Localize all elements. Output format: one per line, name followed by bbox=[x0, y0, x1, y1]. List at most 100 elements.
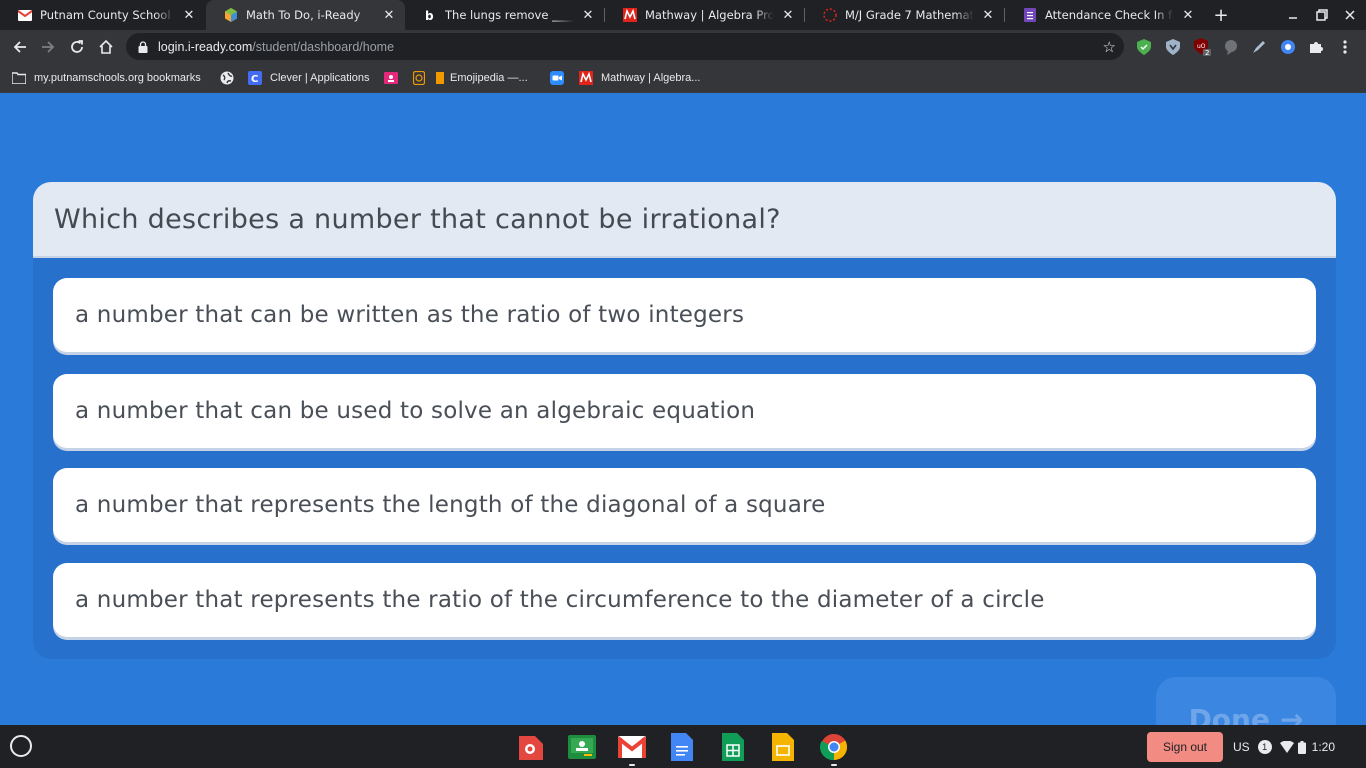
folder-icon bbox=[12, 71, 26, 85]
sign-out-label: Sign out bbox=[1162, 740, 1208, 754]
arrow-right-icon: → bbox=[1279, 703, 1304, 725]
tab-brainly[interactable]: b The lungs remove ____ from th ✕ bbox=[405, 0, 604, 30]
tab-iready[interactable]: Math To Do, i-Ready ✕ bbox=[206, 0, 405, 30]
os-shelf: Sign out US 1 1:20 bbox=[0, 725, 1366, 768]
url-path: /student/dashboard/home bbox=[252, 39, 395, 54]
iready-icon bbox=[224, 8, 238, 22]
bookmark-putnam-folder[interactable]: my.putnamschools.org bookmarks bbox=[12, 68, 201, 88]
bookmark-globe[interactable] bbox=[220, 68, 242, 88]
gmail-app-icon[interactable] bbox=[618, 733, 646, 761]
gear-extension-icon[interactable] bbox=[1279, 38, 1297, 56]
new-tab-button[interactable]: + bbox=[1210, 4, 1232, 26]
tab-title: Attendance Check In for Digit bbox=[1045, 8, 1174, 22]
bookmark-star-icon[interactable]: ☆ bbox=[1103, 38, 1116, 56]
globe-icon bbox=[220, 71, 234, 85]
chrome-app-icon[interactable] bbox=[820, 733, 848, 761]
tab-title: Mathway | Algebra Problem S bbox=[645, 8, 774, 22]
shield-extension-icon[interactable] bbox=[1135, 38, 1153, 56]
close-tab-icon[interactable]: ✕ bbox=[780, 7, 796, 23]
bookmark-zoom[interactable] bbox=[550, 68, 572, 88]
bookmarks-bar: my.putnamschools.org bookmarks C Clever … bbox=[0, 63, 1366, 93]
launcher-button[interactable] bbox=[10, 735, 32, 757]
close-tab-icon[interactable]: ✕ bbox=[181, 7, 197, 23]
bookmark-emojipedia[interactable]: Emojipedia —... bbox=[436, 68, 528, 88]
bookmark-icon bbox=[412, 71, 426, 85]
mathway-icon bbox=[579, 71, 593, 85]
battery-icon bbox=[1297, 740, 1306, 754]
answer-option-2[interactable]: a number that can be used to solve an al… bbox=[53, 374, 1316, 448]
tab-putnam[interactable]: Putnam County School Distr ✕ bbox=[0, 0, 205, 30]
puzzle-extensions-icon[interactable] bbox=[1307, 38, 1325, 56]
tab-grade7-math[interactable]: M/J Grade 7 Mathematics-Gr ✕ bbox=[805, 0, 1004, 30]
address-bar[interactable]: login.i-ready.com/student/dashboard/home… bbox=[126, 33, 1124, 60]
answer-text: a number that can be used to solve an al… bbox=[75, 398, 756, 424]
lock-icon[interactable] bbox=[136, 40, 150, 53]
svg-text:b: b bbox=[425, 9, 434, 22]
mathway-icon bbox=[623, 8, 637, 22]
answer-option-3[interactable]: a number that represents the length of t… bbox=[53, 468, 1316, 542]
question-card: Which describes a number that cannot be … bbox=[33, 182, 1336, 659]
home-button[interactable] bbox=[93, 34, 119, 60]
docs-app-icon[interactable] bbox=[668, 733, 696, 761]
pen-extension-icon[interactable] bbox=[1250, 38, 1268, 56]
restore-icon[interactable] bbox=[1308, 0, 1336, 30]
svg-text:C: C bbox=[251, 74, 258, 85]
done-button[interactable]: Done → bbox=[1156, 677, 1336, 725]
running-indicator bbox=[831, 764, 837, 766]
back-arrow-icon bbox=[13, 41, 26, 53]
zoom-icon bbox=[550, 71, 564, 85]
classroom-icon bbox=[384, 71, 398, 85]
sign-out-button[interactable]: Sign out bbox=[1147, 732, 1223, 762]
bookmark-generic[interactable] bbox=[412, 68, 434, 88]
tab-mathway[interactable]: Mathway | Algebra Problem S ✕ bbox=[605, 0, 804, 30]
tab-title: M/J Grade 7 Mathematics-Gr bbox=[845, 8, 974, 22]
close-tab-icon[interactable]: ✕ bbox=[1180, 7, 1196, 23]
loading-icon bbox=[823, 8, 837, 22]
browser-toolbar: login.i-ready.com/student/dashboard/home… bbox=[0, 30, 1366, 63]
tab-attendance[interactable]: Attendance Check In for Digit ✕ bbox=[1005, 0, 1204, 30]
classroom-app-icon[interactable] bbox=[568, 733, 596, 761]
running-indicator bbox=[629, 764, 635, 766]
close-tab-icon[interactable]: ✕ bbox=[980, 7, 996, 23]
answer-option-4[interactable]: a number that represents the ratio of th… bbox=[53, 563, 1316, 637]
tab-strip: Putnam County School Distr ✕ Math To Do,… bbox=[0, 0, 1366, 30]
bookmark-label: my.putnamschools.org bookmarks bbox=[34, 72, 201, 84]
wifi-icon bbox=[1279, 741, 1294, 753]
close-tab-icon[interactable]: ✕ bbox=[381, 7, 397, 23]
answer-option-1[interactable]: a number that can be written as the rati… bbox=[53, 278, 1316, 352]
forward-button[interactable] bbox=[35, 34, 61, 60]
bookmark-clever[interactable]: C Clever | Applications bbox=[248, 68, 369, 88]
more-menu-icon[interactable] bbox=[1336, 38, 1354, 56]
bookmark-label: Clever | Applications bbox=[270, 72, 370, 84]
bookmark-label: Mathway | Algebra... bbox=[601, 72, 701, 84]
bookmark-classroom[interactable] bbox=[384, 68, 406, 88]
home-icon bbox=[99, 39, 113, 54]
tab-title: The lungs remove ____ from th bbox=[445, 8, 574, 22]
clock: 1:20 bbox=[1311, 740, 1336, 754]
forward-arrow-icon bbox=[42, 41, 55, 53]
status-tray[interactable]: US 1 1:20 bbox=[1233, 732, 1361, 762]
speech-extension-icon[interactable] bbox=[1222, 38, 1240, 56]
ublock-extension-icon[interactable]: uO 2 bbox=[1193, 38, 1211, 56]
question-text: Which describes a number that cannot be … bbox=[54, 203, 781, 235]
extension-badge: 2 bbox=[1205, 49, 1209, 56]
tab-title: Math To Do, i-Ready bbox=[246, 8, 361, 22]
keyboard-locale: US bbox=[1233, 740, 1250, 754]
sheets-app-icon[interactable] bbox=[719, 733, 747, 761]
close-window-icon[interactable] bbox=[1336, 0, 1364, 30]
minimize-icon[interactable] bbox=[1279, 0, 1307, 30]
reload-icon bbox=[71, 40, 83, 53]
bookmark-mathway[interactable]: Mathway | Algebra... bbox=[579, 68, 700, 88]
answer-text: a number that represents the length of t… bbox=[75, 492, 826, 518]
url-host: login.i-ready.com bbox=[158, 39, 253, 54]
screencast-app-icon[interactable] bbox=[517, 733, 545, 761]
emojipedia-icon bbox=[436, 71, 444, 85]
vpn-extension-icon[interactable] bbox=[1164, 38, 1182, 56]
close-tab-icon[interactable]: ✕ bbox=[580, 7, 596, 23]
reload-button[interactable] bbox=[64, 34, 90, 60]
slides-app-icon[interactable] bbox=[769, 733, 797, 761]
question-header: Which describes a number that cannot be … bbox=[33, 182, 1336, 258]
back-button[interactable] bbox=[7, 34, 33, 60]
gmail-icon bbox=[18, 8, 32, 22]
clever-icon: C bbox=[248, 71, 262, 85]
